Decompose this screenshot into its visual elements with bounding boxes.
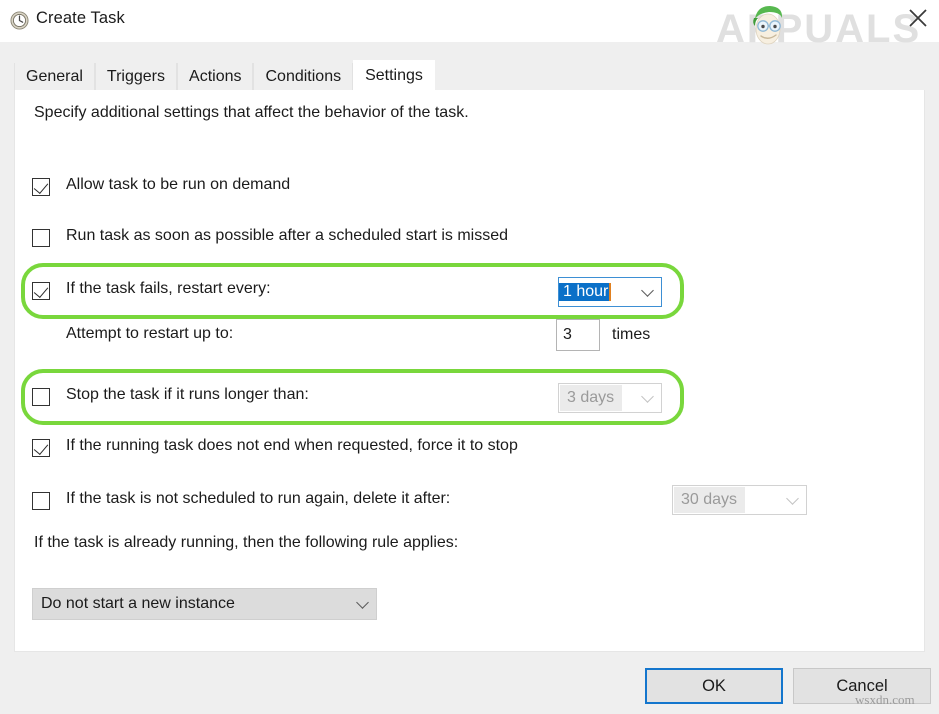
tab-general[interactable]: General	[14, 63, 95, 91]
label-restart-attempts-suffix: times	[612, 326, 651, 343]
rule-caption: If the task is already running, then the…	[34, 534, 459, 551]
panel-description: Specify additional settings that affect …	[34, 104, 469, 121]
clock-icon	[10, 11, 29, 30]
source-watermark: wsxdn.com	[855, 692, 915, 707]
combo-restart-interval[interactable]: 1 hour	[558, 277, 662, 307]
row-restart-attempts: Attempt to restart up to: 3 times	[15, 319, 926, 353]
row-stop-if-runs-longer: Stop the task if it runs longer than: 3 …	[15, 383, 926, 414]
label-delete-after: If the task is not scheduled to run agai…	[66, 490, 451, 507]
ok-button[interactable]: OK	[645, 668, 783, 704]
checkbox-stop-if-runs-longer[interactable]	[32, 388, 50, 406]
checkbox-allow-on-demand[interactable]	[32, 178, 50, 196]
combo-restart-interval-value: 1 hour	[559, 283, 612, 301]
chevron-down-icon	[641, 284, 654, 297]
row-allow-on-demand: Allow task to be run on demand	[15, 174, 926, 204]
combo-delete-after-duration[interactable]: 30 days	[672, 485, 807, 515]
combo-stop-duration[interactable]: 3 days	[558, 383, 662, 413]
tab-settings[interactable]: Settings	[353, 60, 435, 91]
checkbox-force-stop[interactable]	[32, 439, 50, 457]
window-title: Create Task	[36, 9, 125, 27]
row-force-stop: If the running task does not end when re…	[15, 435, 926, 465]
input-restart-attempts[interactable]: 3	[556, 319, 600, 351]
label-allow-on-demand: Allow task to be run on demand	[66, 176, 291, 193]
tab-label: Triggers	[106, 68, 166, 85]
tab-triggers[interactable]: Triggers	[94, 63, 178, 91]
svg-text:APPUALS: APPUALS	[716, 7, 921, 51]
label-restart-on-failure: If the task fails, restart every:	[66, 280, 271, 297]
tab-label: Settings	[365, 66, 423, 84]
checkbox-run-asap[interactable]	[32, 229, 50, 247]
label-restart-attempts: Attempt to restart up to:	[66, 325, 234, 342]
ok-button-label: OK	[702, 676, 726, 695]
chevron-down-icon	[641, 390, 654, 403]
checkbox-delete-after[interactable]	[32, 492, 50, 510]
combo-stop-duration-value: 3 days	[560, 385, 623, 411]
label-stop-if-runs-longer: Stop the task if it runs longer than:	[66, 386, 309, 403]
title-bar: Create Task APPUALS	[0, 0, 939, 51]
select-running-rule-value: Do not start a new instance	[41, 595, 235, 612]
create-task-dialog: Create Task APPUALS General Triggers Act…	[0, 0, 939, 714]
label-run-asap: Run task as soon as possible after a sch…	[66, 227, 508, 244]
checkbox-restart-on-failure[interactable]	[32, 282, 50, 300]
row-restart-on-failure: If the task fails, restart every: 1 hour	[15, 277, 926, 308]
tab-strip: General Triggers Actions Conditions Sett…	[14, 60, 435, 91]
appuals-logo: APPUALS	[716, 6, 921, 51]
tab-label: Conditions	[265, 68, 342, 85]
tab-label: Actions	[189, 68, 242, 85]
label-force-stop: If the running task does not end when re…	[66, 437, 518, 454]
combo-delete-after-value: 30 days	[674, 487, 746, 513]
chevron-down-icon	[786, 492, 799, 505]
chevron-down-icon	[356, 596, 369, 609]
tab-conditions[interactable]: Conditions	[253, 63, 354, 91]
tab-label: General	[26, 68, 83, 85]
row-delete-after: If the task is not scheduled to run agai…	[15, 485, 926, 518]
settings-panel: Specify additional settings that affect …	[14, 90, 925, 652]
tab-actions[interactable]: Actions	[177, 63, 254, 91]
row-run-asap: Run task as soon as possible after a sch…	[15, 225, 926, 255]
select-running-rule[interactable]: Do not start a new instance	[32, 588, 377, 620]
close-icon[interactable]	[903, 3, 933, 33]
